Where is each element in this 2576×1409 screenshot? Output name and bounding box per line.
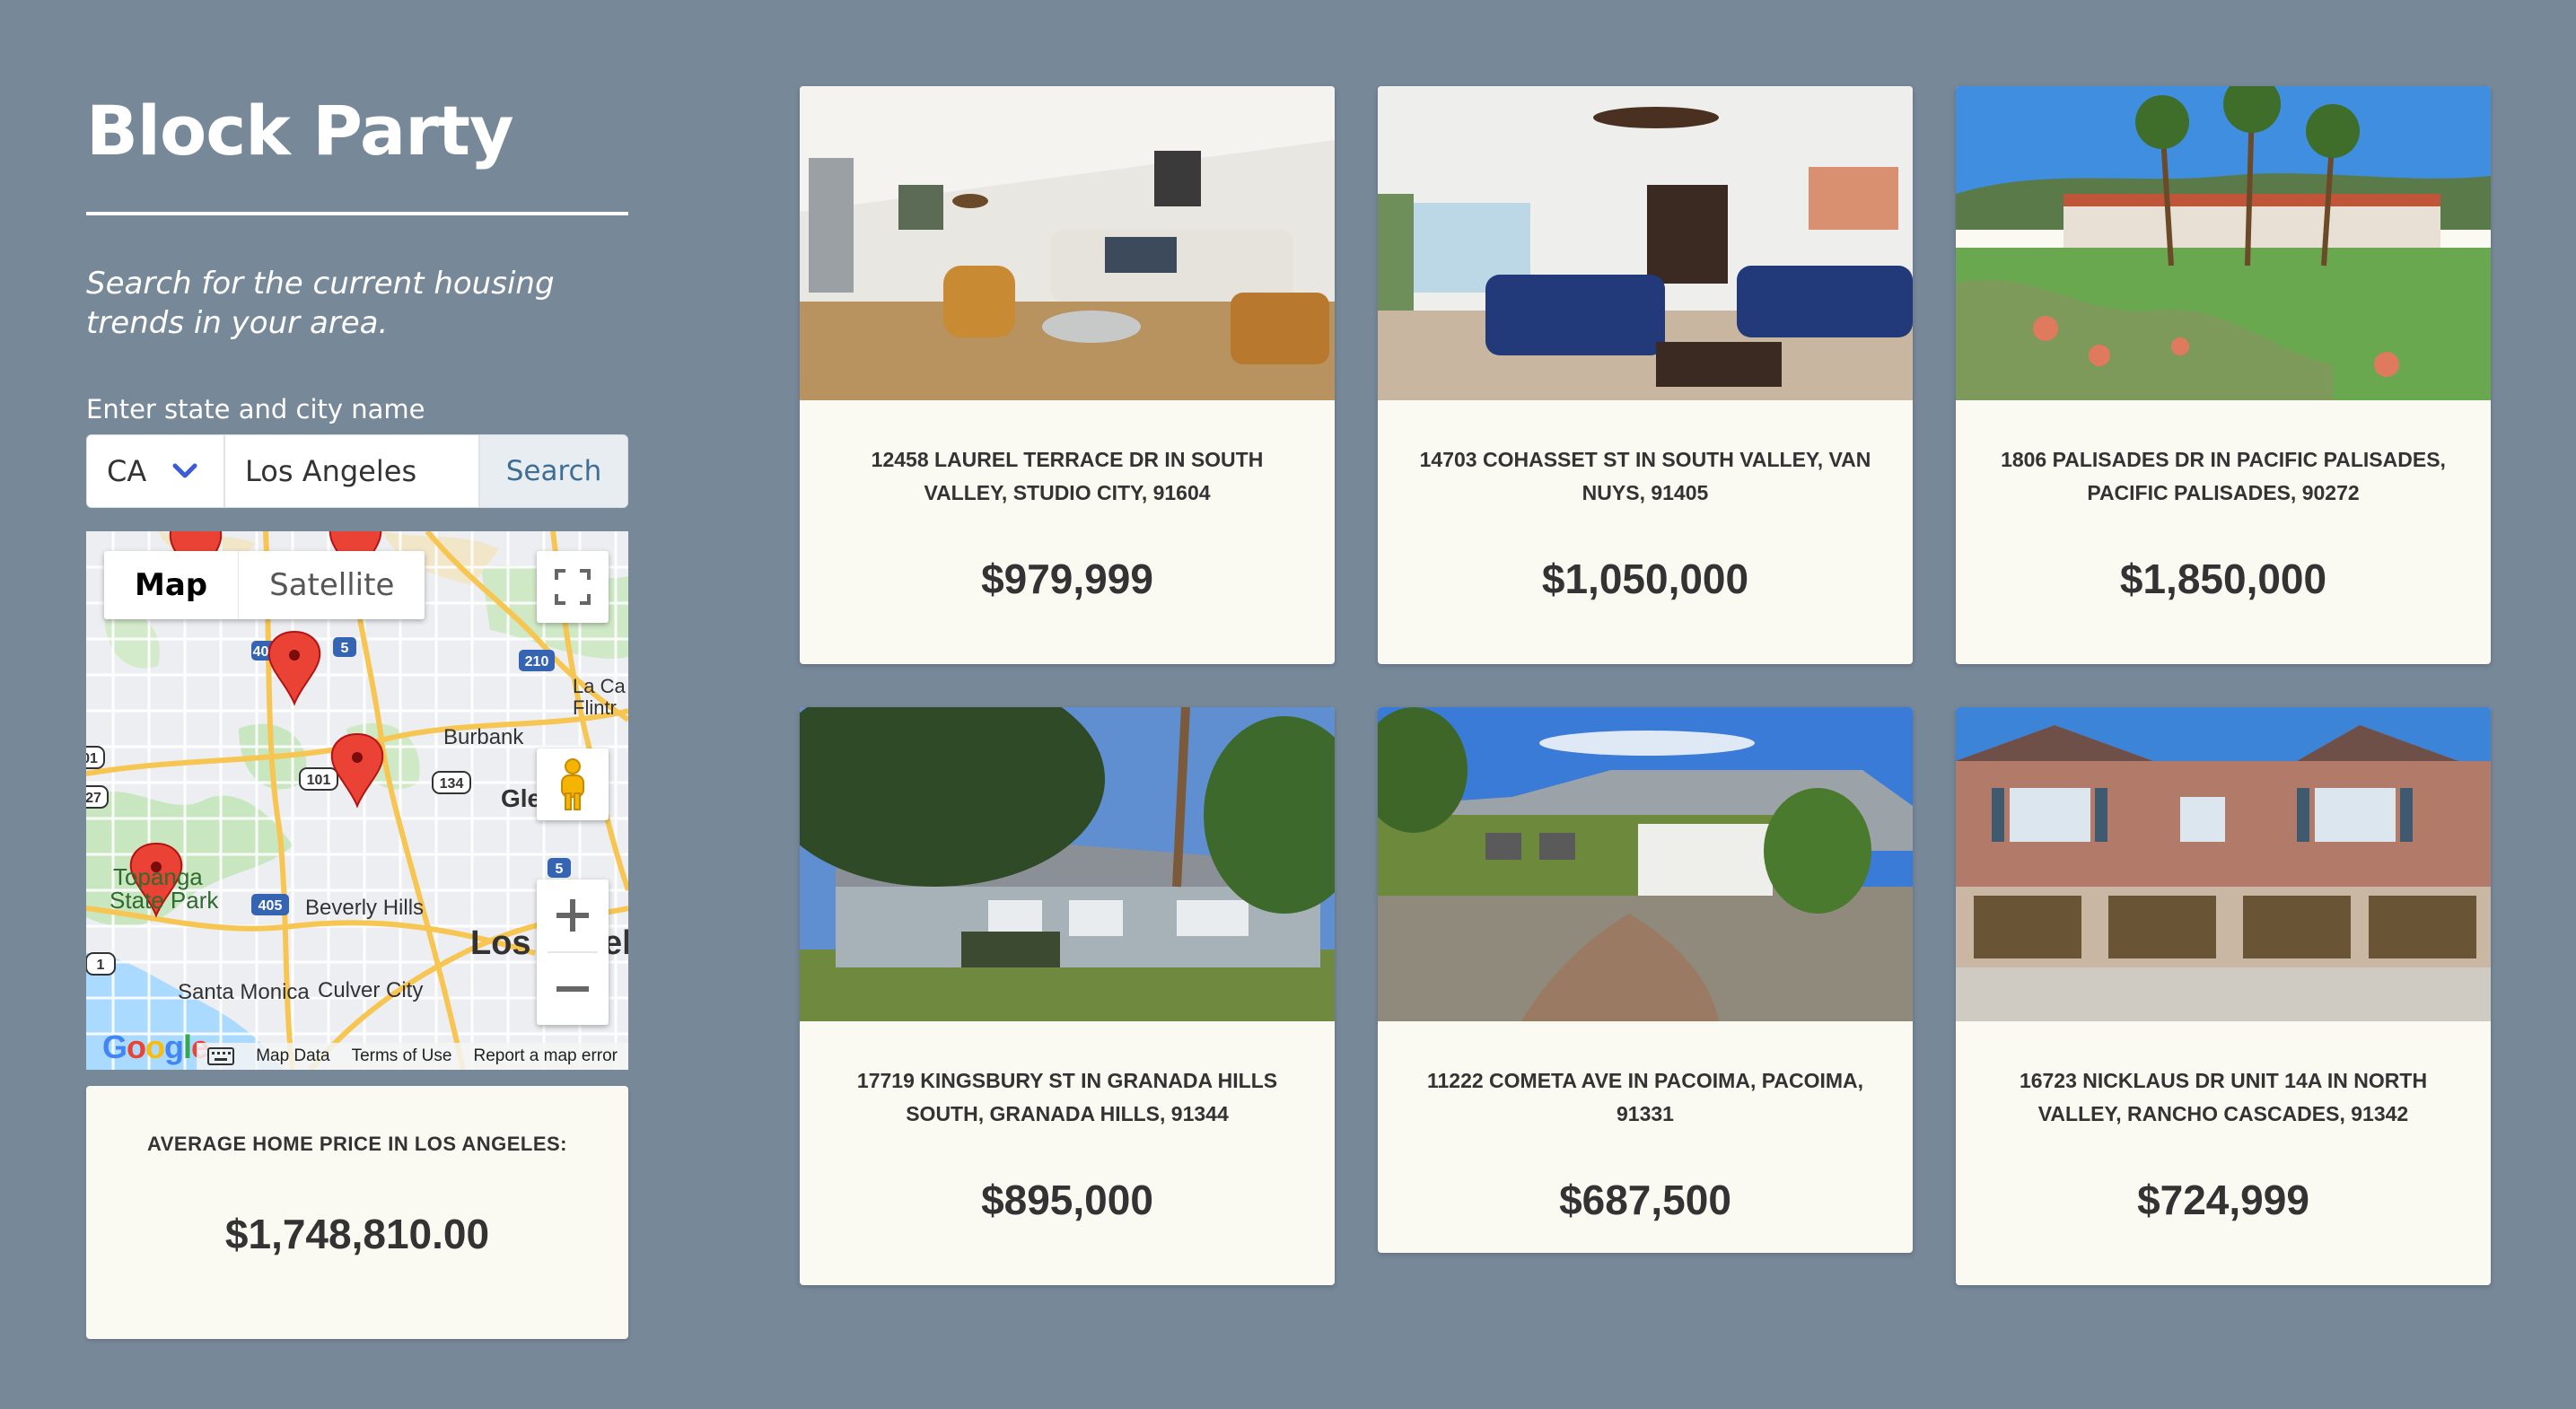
map-footer: Map Data Terms of Use Report a map error — [86, 1043, 628, 1070]
street-view-button[interactable] — [537, 748, 609, 820]
fullscreen-icon — [555, 569, 591, 605]
map-label-los-angeles: Los — [470, 924, 531, 962]
map-label-flintridge: Flintr — [573, 696, 617, 719]
shield-5-north: 5 — [341, 641, 349, 656]
listing-price: $1,050,000 — [1541, 556, 1749, 602]
map-label-beverly-hills: Beverly Hills — [305, 896, 425, 920]
title-divider — [86, 212, 628, 215]
listing-photo — [1378, 707, 1913, 1021]
listing-photo — [800, 707, 1335, 1021]
map-widget[interactable]: 405 5 210 101 134 5 405 1 27 01 — [86, 531, 628, 1070]
pegman-icon — [561, 758, 584, 810]
average-price-label: AVERAGE HOME PRICE IN LOS ANGELES: — [146, 1133, 568, 1155]
listing-price: $1,850,000 — [2119, 556, 2327, 602]
map-type-control: Map Satellite — [104, 551, 425, 619]
map-label-glendale: Gle — [501, 784, 542, 812]
listing-photo — [800, 86, 1335, 400]
listing-card[interactable]: 12458 LAUREL TERRACE DR IN SOUTH VALLEY,… — [800, 86, 1335, 664]
shield-101-west: 01 — [86, 751, 98, 766]
listing-address: 17719 KINGSBURY ST IN GRANADA HILLS SOUT… — [856, 1069, 1278, 1125]
listing-photo — [1956, 86, 2491, 400]
map-label-state-park: State Park — [110, 887, 219, 914]
zoom-control — [537, 880, 609, 1025]
map-type-map-button[interactable]: Map — [104, 551, 240, 619]
zoom-in-button[interactable] — [537, 880, 609, 951]
listing-photo — [1378, 86, 1913, 400]
shield-5-south: 5 — [556, 862, 564, 877]
search-button[interactable]: Search — [478, 435, 627, 507]
map-label-santa-monica: Santa Monica — [178, 980, 310, 1004]
listing-address: 16723 NICKLAUS DR UNIT 14A IN NORTH VALL… — [2019, 1069, 2428, 1125]
state-select-value: CA — [107, 454, 147, 488]
sidebar: Block Party Search for the current housi… — [86, 86, 628, 1339]
listing-card[interactable]: 16723 NICKLAUS DR UNIT 14A IN NORTH VALL… — [1956, 707, 2491, 1285]
tagline: Search for the current housing trends in… — [86, 266, 555, 341]
listing-photo — [1956, 707, 2491, 1021]
listing-address: 14703 COHASSET ST IN SOUTH VALLEY, VAN N… — [1419, 448, 1871, 504]
state-select[interactable]: CA — [87, 435, 225, 507]
listing-address: 1806 PALISADES DR IN PACIFIC PALISADES, … — [2001, 448, 2446, 504]
shield-27: 27 — [86, 791, 101, 806]
listing-price: $895,000 — [981, 1177, 1153, 1223]
shield-134: 134 — [440, 776, 464, 792]
shield-1: 1 — [97, 958, 105, 973]
page-title: Block Party — [86, 91, 514, 171]
map-type-satellite-button[interactable]: Satellite — [239, 551, 425, 619]
fullscreen-button[interactable] — [537, 551, 609, 623]
listing-address: 12458 LAUREL TERRACE DR IN SOUTH VALLEY,… — [871, 448, 1264, 504]
shield-405-south: 405 — [258, 898, 283, 914]
map-label-la-canada: La Ca — [573, 675, 626, 697]
listing-price: $979,999 — [981, 556, 1153, 602]
listing-card[interactable]: 1806 PALISADES DR IN PACIFIC PALISADES, … — [1956, 86, 2491, 664]
listing-card[interactable]: 17719 KINGSBURY ST IN GRANADA HILLS SOUT… — [800, 707, 1335, 1285]
search-bar: CA Search — [86, 434, 628, 508]
listing-card[interactable]: 14703 COHASSET ST IN SOUTH VALLEY, VAN N… — [1378, 86, 1913, 664]
zoom-out-button[interactable] — [537, 953, 609, 1025]
listing-price: $724,999 — [2137, 1177, 2309, 1223]
chevron-down-icon — [172, 463, 197, 478]
average-price-card: AVERAGE HOME PRICE IN LOS ANGELES: $1,74… — [86, 1086, 628, 1339]
shield-101: 101 — [307, 773, 331, 788]
terms-of-use-link[interactable]: Terms of Use — [352, 1046, 452, 1066]
city-input[interactable] — [225, 435, 478, 507]
map-footer-strip: Map Data Terms of Use Report a map error — [197, 1043, 628, 1070]
search-label: Enter state and city name — [86, 394, 425, 424]
shield-210: 210 — [525, 654, 549, 669]
report-map-error-link[interactable]: Report a map error — [473, 1046, 618, 1066]
listing-address: 11222 COMETA AVE IN PACOIMA, PACOIMA, 91… — [1426, 1069, 1864, 1125]
minus-icon — [556, 986, 589, 992]
plus-icon — [556, 899, 589, 932]
map-label-culver-city: Culver City — [318, 978, 424, 1002]
map-label-burbank: Burbank — [443, 725, 524, 749]
app-root: Block Party Search for the current housi… — [0, 0, 2576, 1409]
listing-card[interactable]: 11222 COMETA AVE IN PACOIMA, PACOIMA, 91… — [1378, 707, 1913, 1253]
listing-price: $687,500 — [1559, 1177, 1731, 1223]
average-price-value: $1,748,810.00 — [224, 1211, 490, 1257]
keyboard-icon[interactable] — [207, 1047, 235, 1065]
map-data-link[interactable]: Map Data — [256, 1046, 329, 1066]
